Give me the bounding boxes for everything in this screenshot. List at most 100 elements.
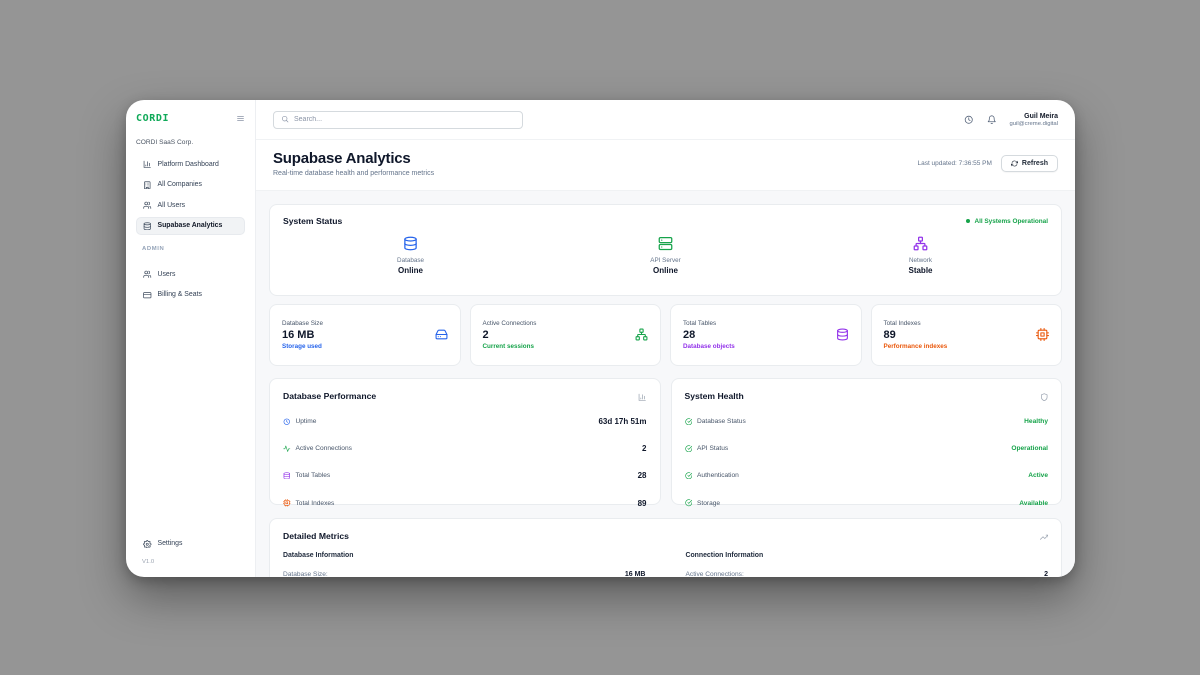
search-box[interactable] (273, 111, 523, 129)
sidebar-item-users[interactable]: Users (136, 265, 245, 284)
sidebar-nav: Platform Dashboard All Companies All Use… (136, 155, 245, 235)
sidebar-item-label: Supabase Analytics (158, 222, 223, 229)
user-name: Guil Meira (1009, 113, 1058, 120)
health-row-authentication: Authentication Active (685, 462, 1049, 489)
hard-drive-icon (435, 326, 448, 344)
detailed-metrics-title: Detailed Metrics (283, 531, 349, 541)
health-row-storage: Storage Available (685, 490, 1049, 517)
metric-card-total-indexes: Total Indexes 89 Performance indexes (871, 304, 1063, 366)
sidebar-item-settings[interactable]: Settings (136, 535, 245, 554)
performance-row-total-tables: Total Tables 28 (283, 462, 647, 489)
page-title: Supabase Analytics (273, 150, 434, 167)
health-title: System Health (685, 391, 744, 401)
bar-chart-icon (143, 160, 152, 169)
user-menu[interactable]: Guil Meira guil@creme.digital (1009, 113, 1058, 127)
credit-card-icon (143, 291, 152, 300)
status-label: Network (793, 257, 1048, 264)
metric-card-active-connections: Active Connections 2 Current sessions (470, 304, 662, 366)
metric-cards-row: Database Size 16 MB Storage used Active … (269, 304, 1062, 366)
sidebar: CORDI CORDI SaaS Corp. Platform Dashboar… (126, 100, 256, 577)
metric-label: Database Size (282, 320, 323, 327)
status-item-database: Database Online (283, 235, 538, 275)
last-updated: Last updated: 7:36:55 PM (917, 160, 991, 167)
app-window: CORDI CORDI SaaS Corp. Platform Dashboar… (126, 100, 1075, 577)
performance-value: 63d 17h 51m (598, 417, 646, 426)
database-performance-card: Database Performance Uptime 63d 17h 51m … (269, 378, 661, 505)
admin-section-label: ADMIN (142, 246, 239, 252)
status-item-api-server: API Server Online (538, 235, 793, 275)
metric-card-database-size: Database Size 16 MB Storage used (269, 304, 461, 366)
metric-sublabel: Performance indexes (884, 343, 948, 350)
metric-label: Total Indexes (884, 320, 948, 327)
detail-column-title: Database Information (283, 552, 646, 559)
metric-value: 89 (884, 329, 948, 341)
refresh-icon (1011, 160, 1018, 167)
trending-up-icon (1040, 531, 1049, 541)
health-label: Database Status (697, 418, 746, 425)
health-value: Active (1028, 472, 1048, 479)
page-header: Supabase Analytics Real-time database he… (256, 140, 1075, 190)
performance-label: Total Tables (296, 472, 331, 479)
performance-label: Total Indexes (296, 500, 335, 507)
detail-label: Active Connections: (686, 571, 744, 577)
database-icon (836, 326, 849, 344)
status-value: Online (538, 266, 793, 275)
status-item-network: Network Stable (793, 235, 1048, 275)
sidebar-item-platform-dashboard[interactable]: Platform Dashboard (136, 155, 245, 174)
status-badge: All Systems Operational (966, 218, 1048, 225)
bar-chart-icon (638, 391, 647, 401)
sidebar-item-all-users[interactable]: All Users (136, 196, 245, 215)
sidebar-item-billing-seats[interactable]: Billing & Seats (136, 286, 245, 305)
detail-row-database-size: Database Size: 16 MB (283, 568, 646, 577)
metric-label: Total Tables (683, 320, 735, 327)
detail-value: 2 (1044, 571, 1048, 577)
metric-value: 2 (483, 329, 537, 341)
check-circle-icon (685, 494, 693, 512)
system-status-title: System Status (283, 216, 342, 226)
performance-row-uptime: Uptime 63d 17h 51m (283, 408, 647, 435)
search-icon (281, 111, 289, 129)
metric-card-total-tables: Total Tables 28 Database objects (670, 304, 862, 366)
sidebar-admin-nav: Users Billing & Seats (136, 265, 245, 304)
metric-value: 16 MB (282, 329, 323, 341)
database-icon (403, 235, 418, 252)
refresh-button[interactable]: Refresh (1001, 155, 1058, 172)
system-health-card: System Health Database Status Healthy AP… (671, 378, 1063, 505)
detail-label: Database Size: (283, 571, 328, 577)
status-value: Online (283, 266, 538, 275)
performance-title: Database Performance (283, 391, 376, 401)
metric-value: 28 (683, 329, 735, 341)
sidebar-item-all-companies[interactable]: All Companies (136, 176, 245, 195)
detail-value: 16 MB (625, 571, 646, 577)
server-icon (658, 235, 673, 252)
performance-row-total-indexes: Total Indexes 89 (283, 490, 647, 517)
sidebar-item-supabase-analytics[interactable]: Supabase Analytics (136, 217, 245, 236)
database-icon (143, 222, 152, 231)
detailed-metrics-card: Detailed Metrics Database Information Da… (269, 518, 1062, 577)
user-email: guil@creme.digital (1009, 121, 1058, 127)
metric-label: Active Connections (483, 320, 537, 327)
content-area[interactable]: System Status All Systems Operational Da… (256, 190, 1075, 577)
metric-sublabel: Storage used (282, 343, 323, 350)
main-area: Guil Meira guil@creme.digital Supabase A… (256, 100, 1075, 577)
health-value: Available (1019, 500, 1048, 507)
status-badge-label: All Systems Operational (974, 218, 1048, 225)
status-dot-icon (966, 219, 971, 224)
connection-information-column: Connection Information Active Connection… (686, 552, 1049, 577)
app-version: V1.0 (142, 559, 239, 565)
page-subtitle: Real-time database health and performanc… (273, 170, 434, 177)
performance-row-active-connections: Active Connections 2 (283, 435, 647, 462)
search-input[interactable] (294, 116, 515, 123)
health-label: Storage (697, 500, 720, 507)
sidebar-item-label: All Users (158, 202, 186, 209)
users-icon (143, 201, 152, 210)
health-label: API Status (697, 445, 728, 452)
database-information-column: Database Information Database Size: 16 M… (283, 552, 646, 577)
clock-icon[interactable] (964, 114, 974, 125)
performance-value: 89 (638, 499, 647, 508)
clock-icon (283, 413, 291, 431)
bell-icon[interactable] (987, 114, 997, 125)
hamburger-menu-icon[interactable] (236, 114, 245, 123)
status-label: API Server (538, 257, 793, 264)
activity-icon (283, 440, 291, 458)
